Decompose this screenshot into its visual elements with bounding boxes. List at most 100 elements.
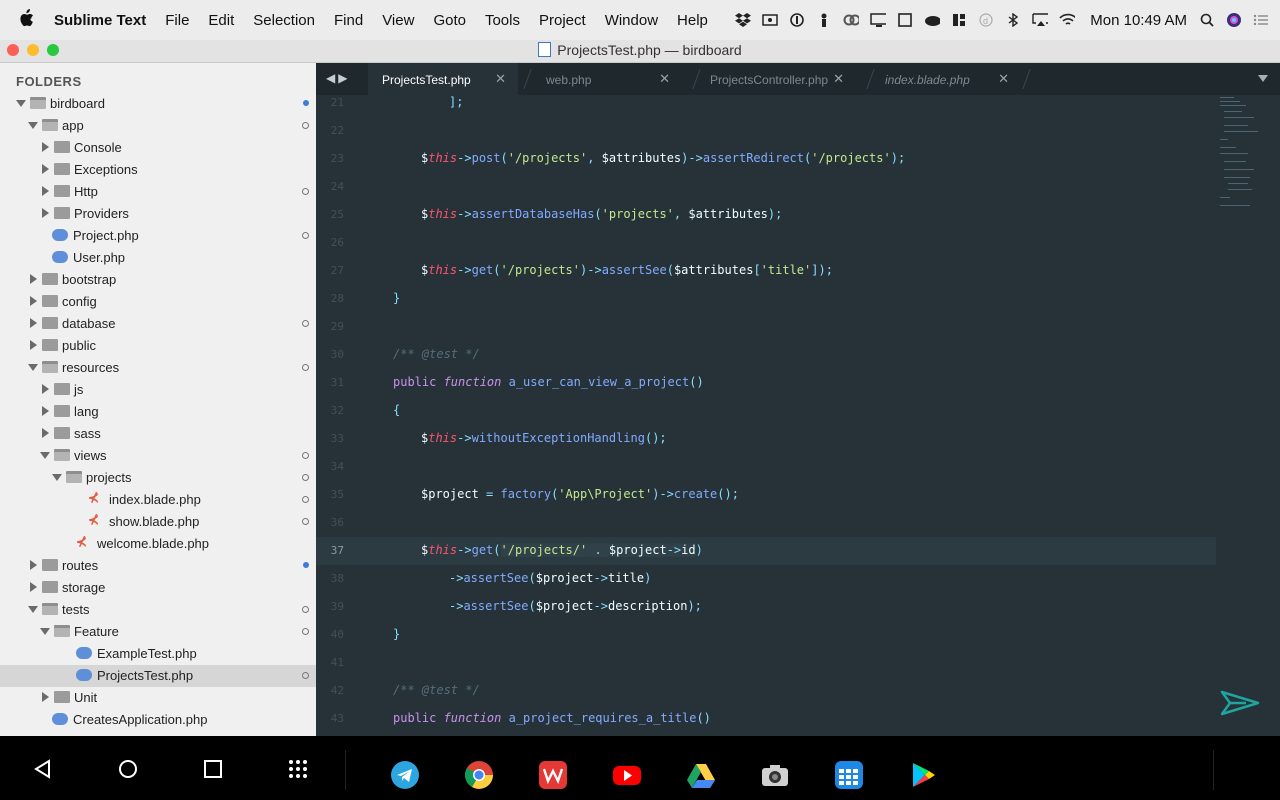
cloud-icon[interactable] bbox=[924, 13, 941, 27]
sidebar-item-project-php[interactable]: Project.php bbox=[0, 225, 316, 247]
menu-file[interactable]: File bbox=[165, 12, 189, 29]
code-line[interactable]: 31 public function a_user_can_view_a_proj… bbox=[316, 369, 1216, 397]
disclosure-closed-icon[interactable] bbox=[42, 692, 49, 702]
sidebar-item-exampletest-php[interactable]: ExampleTest.php bbox=[0, 643, 316, 665]
tab-list-dropdown-icon[interactable] bbox=[1258, 75, 1268, 82]
sidebar-item-sass[interactable]: sass bbox=[0, 423, 316, 445]
sidebar-item-bootstrap[interactable]: bootstrap bbox=[0, 269, 316, 291]
display-icon[interactable] bbox=[870, 13, 887, 27]
tab-forward-icon[interactable]: ▶ bbox=[338, 71, 350, 85]
sidebar-item-unit[interactable]: Unit bbox=[0, 687, 316, 709]
menu-tools[interactable]: Tools bbox=[485, 12, 520, 29]
sidebar-item-index-blade-php[interactable]: ⊀ index.blade.php bbox=[0, 489, 316, 511]
send-arrow-icon[interactable] bbox=[1220, 688, 1260, 718]
window-icon[interactable] bbox=[897, 13, 913, 27]
disclosure-closed-icon[interactable] bbox=[42, 142, 49, 152]
google-drive-icon[interactable] bbox=[687, 761, 715, 789]
camera-icon[interactable] bbox=[761, 761, 789, 789]
clock[interactable]: Mon 10:49 AM bbox=[1090, 12, 1187, 29]
menu-view[interactable]: View bbox=[382, 12, 414, 29]
code-line[interactable]: 26 bbox=[316, 229, 1216, 257]
play-store-icon[interactable] bbox=[909, 761, 937, 789]
menu-app-name[interactable]: Sublime Text bbox=[54, 12, 146, 29]
disclosure-closed-icon[interactable] bbox=[30, 296, 37, 306]
code-line[interactable]: 29 bbox=[316, 313, 1216, 341]
menu-selection[interactable]: Selection bbox=[253, 12, 315, 29]
disclosure-open-icon[interactable] bbox=[52, 474, 62, 481]
code-line[interactable]: 43 public function a_project_requires_a_t… bbox=[316, 705, 1216, 733]
code-line[interactable]: 24 bbox=[316, 173, 1216, 201]
airplay-icon[interactable] bbox=[1032, 13, 1049, 27]
disclosure-open-icon[interactable] bbox=[40, 628, 50, 635]
disclosure-open-icon[interactable] bbox=[28, 364, 38, 371]
code-line[interactable]: 35 $project = factory('App\Project')->cre… bbox=[316, 481, 1216, 509]
app-drawer-icon[interactable] bbox=[287, 758, 309, 780]
disclosure-open-icon[interactable] bbox=[28, 606, 38, 613]
youtube-icon[interactable] bbox=[613, 761, 641, 789]
code-line[interactable]: 41 bbox=[316, 649, 1216, 677]
code-line[interactable]: 23 $this->post('/projects', $attributes)-… bbox=[316, 145, 1216, 173]
disclosure-open-icon[interactable] bbox=[28, 122, 38, 129]
code-line[interactable]: 39 ->assertSee($project->description); bbox=[316, 593, 1216, 621]
search-icon[interactable] bbox=[1199, 13, 1215, 27]
code-line[interactable]: 37 $this->get('/projects/' . $project->id… bbox=[316, 537, 1216, 565]
wifi-icon[interactable] bbox=[1059, 13, 1076, 27]
disclosure-closed-icon[interactable] bbox=[42, 406, 49, 416]
chrome-icon[interactable] bbox=[465, 761, 493, 789]
code-line[interactable]: 32 { bbox=[316, 397, 1216, 425]
menu-find[interactable]: Find bbox=[334, 12, 363, 29]
calendar-grid-icon[interactable] bbox=[835, 761, 863, 789]
code-line[interactable]: 36 bbox=[316, 509, 1216, 537]
sidebar-item-welcome-blade-php[interactable]: ⊀ welcome.blade.php bbox=[0, 533, 316, 555]
sidebar-item-database[interactable]: database bbox=[0, 313, 316, 335]
sidebar-item-js[interactable]: js bbox=[0, 379, 316, 401]
notification-center-icon[interactable] bbox=[1253, 13, 1269, 27]
grid-icon[interactable] bbox=[951, 13, 967, 27]
sidebar-item-views[interactable]: views bbox=[0, 445, 316, 467]
circle-d-icon[interactable]: d bbox=[978, 13, 994, 27]
sidebar-item-http[interactable]: Http bbox=[0, 181, 316, 203]
code-line[interactable]: 34 bbox=[316, 453, 1216, 481]
tab-close-icon[interactable]: ✕ bbox=[998, 71, 1009, 87]
sidebar-item-projectstest-php[interactable]: ProjectsTest.php bbox=[0, 665, 316, 687]
tab-close-icon[interactable]: ✕ bbox=[833, 71, 844, 87]
dropbox-icon[interactable] bbox=[735, 13, 752, 27]
creative-cloud-icon[interactable] bbox=[843, 13, 860, 27]
disclosure-closed-icon[interactable] bbox=[42, 186, 49, 196]
sidebar-item-show-blade-php[interactable]: ⊀ show.blade.php bbox=[0, 511, 316, 533]
tab-close-icon[interactable]: ✕ bbox=[659, 71, 670, 87]
sidebar-item-birdboard[interactable]: birdboard bbox=[0, 93, 316, 115]
minimap[interactable] bbox=[1220, 95, 1274, 215]
disclosure-closed-icon[interactable] bbox=[42, 428, 49, 438]
sidebar-item-feature[interactable]: Feature bbox=[0, 621, 316, 643]
menu-window[interactable]: Window bbox=[605, 12, 658, 29]
onepassword-icon[interactable] bbox=[789, 13, 805, 27]
disclosure-closed-icon[interactable] bbox=[42, 384, 49, 394]
code-line[interactable]: 28} bbox=[316, 285, 1216, 313]
disclosure-closed-icon[interactable] bbox=[30, 340, 37, 350]
sidebar-item-storage[interactable]: storage bbox=[0, 577, 316, 599]
tab-close-icon[interactable]: ✕ bbox=[495, 71, 506, 87]
sidebar-item-lang[interactable]: lang bbox=[0, 401, 316, 423]
disclosure-open-icon[interactable] bbox=[16, 100, 26, 107]
code-line[interactable]: 40} bbox=[316, 621, 1216, 649]
disclosure-closed-icon[interactable] bbox=[30, 582, 37, 592]
code-line[interactable]: 25 $this->assertDatabaseHas('projects', $… bbox=[316, 201, 1216, 229]
sidebar-item-providers[interactable]: Providers bbox=[0, 203, 316, 225]
sidebar-item-projects[interactable]: projects bbox=[0, 467, 316, 489]
alfred-icon[interactable] bbox=[816, 13, 832, 27]
code-line[interactable]: 42 /** @test */ bbox=[316, 677, 1216, 705]
wps-office-icon[interactable] bbox=[539, 761, 567, 789]
telegram-icon[interactable] bbox=[391, 761, 419, 789]
sidebar-item-app[interactable]: app bbox=[0, 115, 316, 137]
code-line[interactable]: 22 bbox=[316, 117, 1216, 145]
siri-icon[interactable] bbox=[1226, 13, 1242, 27]
code-line[interactable]: 30 /** @test */ bbox=[316, 341, 1216, 369]
back-icon[interactable] bbox=[32, 758, 54, 780]
menu-help[interactable]: Help bbox=[677, 12, 708, 29]
tab-back-icon[interactable]: ◀ bbox=[326, 71, 338, 85]
sidebar-item-console[interactable]: Console bbox=[0, 137, 316, 159]
menu-edit[interactable]: Edit bbox=[208, 12, 234, 29]
disclosure-closed-icon[interactable] bbox=[30, 560, 37, 570]
disclosure-closed-icon[interactable] bbox=[30, 274, 37, 284]
